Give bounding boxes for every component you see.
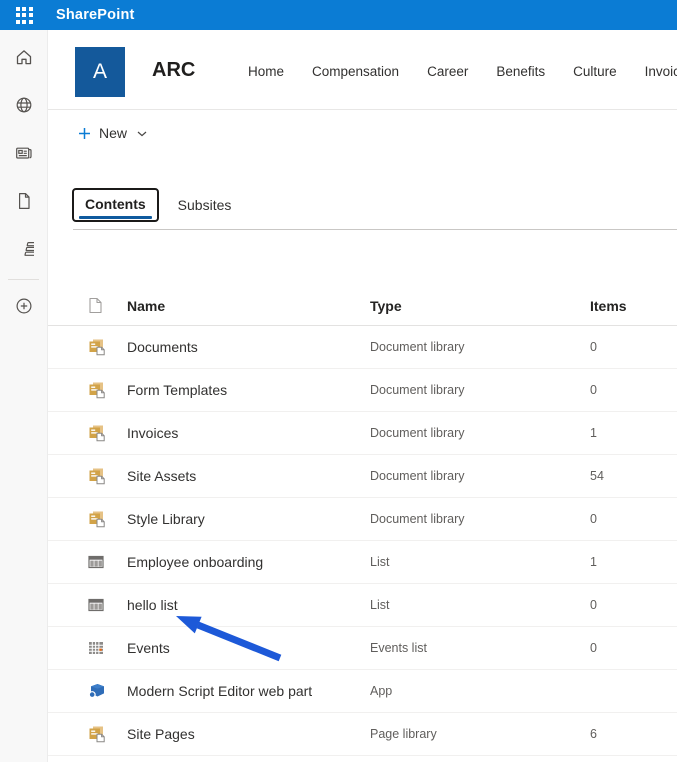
- table-row[interactable]: Invoices Document library 1: [48, 412, 677, 455]
- item-name-link[interactable]: Modern Script Editor web part: [127, 683, 370, 699]
- table-row[interactable]: Form Templates Document library 0: [48, 369, 677, 412]
- file-type-column-icon: [88, 297, 127, 314]
- suite-bar: SharePoint: [0, 0, 677, 30]
- plus-icon: [78, 127, 91, 140]
- table-row[interactable]: Style Library Document library 0: [48, 498, 677, 541]
- pivot-tabs: Contents Subsites: [48, 188, 677, 222]
- tabs-divider: [73, 229, 677, 230]
- item-type: Document library: [370, 383, 590, 397]
- item-count: 54: [590, 469, 677, 483]
- sidebar-item-news[interactable]: [0, 129, 48, 177]
- waffle-icon: [16, 7, 33, 24]
- main-content: A ARC Home Compensation Career Benefits …: [48, 30, 677, 762]
- row-type-icon: [88, 510, 127, 528]
- row-type-icon: [88, 597, 127, 613]
- row-type-icon: [88, 554, 127, 570]
- item-name-link[interactable]: Employee onboarding: [127, 554, 370, 570]
- table-row[interactable]: Site Assets Document library 54: [48, 455, 677, 498]
- column-header-items[interactable]: Items: [590, 298, 677, 314]
- row-type-icon: [88, 338, 127, 356]
- site-header: A ARC Home Compensation Career Benefits …: [48, 30, 677, 110]
- item-name-link[interactable]: Invoices: [127, 425, 370, 441]
- column-header-name[interactable]: Name: [127, 298, 370, 314]
- row-type-icon: [88, 381, 127, 399]
- site-navigation: Home Compensation Career Benefits Cultur…: [248, 64, 677, 79]
- item-count: 6: [590, 727, 677, 741]
- item-name-link[interactable]: Site Pages: [127, 726, 370, 742]
- item-name-link[interactable]: Documents: [127, 339, 370, 355]
- item-count: 0: [590, 598, 677, 612]
- item-type: App: [370, 684, 590, 698]
- sidebar-item-home[interactable]: [0, 33, 48, 81]
- sidebar-item-libraries[interactable]: [0, 225, 48, 273]
- tab-subsites[interactable]: Subsites: [178, 197, 232, 213]
- item-count: 0: [590, 641, 677, 655]
- table-row[interactable]: Documents Document library 0: [48, 326, 677, 369]
- item-count: 0: [590, 512, 677, 526]
- site-title[interactable]: ARC: [152, 59, 195, 82]
- nav-item-career[interactable]: Career: [427, 64, 468, 79]
- column-header-type[interactable]: Type: [370, 298, 590, 314]
- row-type-icon: [88, 682, 127, 700]
- item-type: Document library: [370, 469, 590, 483]
- plus-circle-icon: [14, 296, 34, 316]
- contents-table: Name Type Items: [48, 286, 677, 756]
- item-type: Document library: [370, 340, 590, 354]
- item-type: Document library: [370, 426, 590, 440]
- item-count: 1: [590, 426, 677, 440]
- home-icon: [14, 47, 34, 67]
- nav-item-benefits[interactable]: Benefits: [496, 64, 545, 79]
- item-type: Events list: [370, 641, 590, 655]
- item-name-link[interactable]: Site Assets: [127, 468, 370, 484]
- table-header: Name Type Items: [48, 286, 677, 326]
- document-icon: [14, 191, 34, 211]
- tab-contents[interactable]: Contents: [72, 188, 159, 222]
- row-type-icon: [88, 640, 127, 656]
- row-type-icon: [88, 467, 127, 485]
- item-type: Page library: [370, 727, 590, 741]
- sidebar-divider: [8, 279, 39, 280]
- site-logo[interactable]: A: [75, 47, 125, 97]
- nav-item-compensation[interactable]: Compensation: [312, 64, 399, 79]
- table-row[interactable]: Employee onboarding List 1: [48, 541, 677, 584]
- item-type: List: [370, 598, 590, 612]
- table-row[interactable]: Modern Script Editor web part App: [48, 670, 677, 713]
- app-launcher-button[interactable]: [0, 0, 48, 30]
- library-icon: [14, 239, 34, 259]
- item-name-link[interactable]: hello list: [127, 597, 370, 613]
- command-bar: New: [48, 110, 677, 156]
- item-count: 1: [590, 555, 677, 569]
- sidebar-item-files[interactable]: [0, 177, 48, 225]
- sidebar-item-create[interactable]: [0, 282, 48, 330]
- item-type: List: [370, 555, 590, 569]
- item-count: 0: [590, 340, 677, 354]
- news-icon: [14, 143, 34, 163]
- nav-item-culture[interactable]: Culture: [573, 64, 617, 79]
- item-name-link[interactable]: Form Templates: [127, 382, 370, 398]
- row-type-icon: [88, 424, 127, 442]
- left-app-rail: [0, 30, 48, 762]
- item-name-link[interactable]: Style Library: [127, 511, 370, 527]
- item-count: 0: [590, 383, 677, 397]
- table-row[interactable]: hello list List 0: [48, 584, 677, 627]
- row-type-icon: [88, 725, 127, 743]
- table-row[interactable]: Events Events list 0: [48, 627, 677, 670]
- new-button[interactable]: New: [78, 125, 147, 141]
- nav-item-home[interactable]: Home: [248, 64, 284, 79]
- new-button-label: New: [99, 125, 127, 141]
- table-body: Documents Document library 0: [48, 326, 677, 756]
- suite-app-name[interactable]: SharePoint: [56, 7, 135, 23]
- item-type: Document library: [370, 512, 590, 526]
- sidebar-item-sites[interactable]: [0, 81, 48, 129]
- nav-item-invoices[interactable]: Invoices: [645, 64, 677, 79]
- item-name-link[interactable]: Events: [127, 640, 370, 656]
- chevron-down-icon: [137, 131, 147, 137]
- globe-icon: [14, 95, 34, 115]
- table-row[interactable]: Site Pages Page library 6: [48, 713, 677, 756]
